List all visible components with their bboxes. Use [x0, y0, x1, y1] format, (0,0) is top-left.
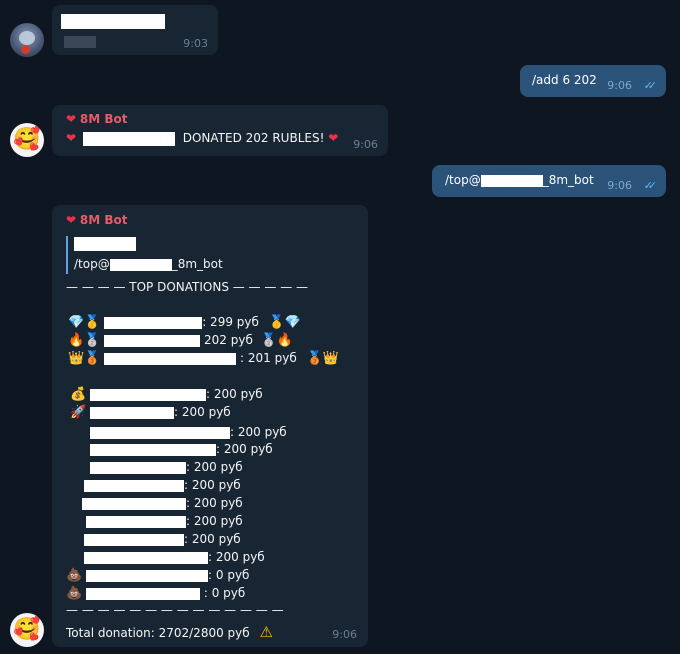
redacted-name: [90, 443, 216, 456]
sender-name[interactable]: 8M Bot: [80, 112, 128, 126]
message-text-prefix: /top@: [445, 173, 481, 187]
top-donations-header: — — — — TOP DONATIONS — — — — —: [66, 280, 309, 294]
donation-row: : 200 руб: [90, 442, 273, 456]
message-text-suffix: _8m_bot: [542, 173, 594, 187]
quote-text-prefix: /top@: [74, 257, 110, 271]
heart-icon: ❤: [328, 131, 339, 145]
donation-row: : 200 руб: [84, 478, 241, 492]
fire-silver-medal-icon: 🔥🥈: [68, 333, 101, 348]
reply-quote[interactable]: /top@ _8m_bot: [66, 236, 223, 274]
redacted-name: [84, 551, 208, 564]
donation-row: 💩 : 0 руб: [66, 568, 250, 583]
message-time: 9:06: [607, 179, 632, 192]
poop-icon: 💩: [66, 568, 83, 583]
bronze-medal-crown-icon: 🥉👑: [306, 351, 339, 366]
redacted-name: [90, 388, 207, 401]
redacted-text: [109, 258, 172, 271]
redacted-name: [82, 497, 186, 510]
donation-row: : 200 руб: [86, 514, 243, 528]
user-avatar[interactable]: [10, 23, 44, 57]
bot-avatar[interactable]: 🥰: [10, 613, 44, 647]
read-checks-icon: ✓✓: [643, 79, 658, 92]
redacted-name: [86, 569, 209, 582]
redacted-name: [82, 131, 175, 146]
silver-medal-fire-icon: 🥈🔥: [260, 333, 294, 348]
message-text: /add 6 202: [532, 73, 597, 87]
message-bubble-5[interactable]: ❤ 8M Bot /top@ _8m_bot — — — — TOP DONATI…: [52, 205, 368, 647]
donation-row: 🚀 : 200 руб: [70, 405, 231, 420]
donation-row: 💰 : 200 руб: [70, 387, 263, 402]
message-bubble-2[interactable]: /add 6 202 9:06 ✓✓: [520, 65, 666, 97]
redacted-name: [104, 352, 237, 365]
redacted-name: [90, 461, 186, 474]
redacted-name: [86, 515, 186, 528]
warning-icon: ⚠: [259, 623, 273, 641]
rocket-icon: 🚀: [70, 405, 87, 420]
message-time: 9:06: [332, 628, 357, 641]
message-time: 9:03: [183, 37, 208, 50]
bot-avatar[interactable]: 🥰: [10, 123, 44, 157]
top-row-3: 👑🥉 : 201 руб 🥉👑: [68, 351, 339, 366]
message-time: 9:06: [353, 138, 378, 151]
donation-row: 💩 : 0 руб: [66, 586, 246, 601]
redacted-text: [64, 36, 96, 48]
diamond-gold-medal-icon: 💎🥇: [68, 315, 101, 330]
message-bubble-4[interactable]: /top@ _8m_bot 9:06 ✓✓: [432, 165, 666, 197]
message-bubble-1[interactable]: 9:03: [52, 5, 218, 55]
footer-divider: — — — — — — — — — — — — — —: [66, 603, 284, 617]
sender-name[interactable]: 8M Bot: [80, 213, 128, 227]
donation-row: : 200 руб: [90, 425, 287, 439]
redacted-name: [84, 479, 184, 492]
redacted-text: [480, 174, 543, 187]
top-row-1: 💎🥇 : 299 руб 🥇💎: [68, 315, 302, 330]
donation-row: : 200 руб: [84, 532, 241, 546]
message-text: DONATED 202 RUBLES!: [182, 131, 325, 145]
read-checks-icon: ✓✓: [643, 179, 658, 192]
redacted-name: [86, 587, 201, 600]
redacted-name: [61, 14, 165, 29]
poop-icon: 💩: [66, 586, 83, 601]
crown-bronze-medal-icon: 👑🥉: [68, 351, 101, 366]
quote-text-suffix: _8m_bot: [171, 257, 223, 271]
top-row-2: 🔥🥈 202 руб 🥈🔥: [68, 333, 294, 348]
redacted-name: [104, 334, 201, 347]
message-time: 9:06: [607, 79, 632, 92]
heart-icon: ❤: [66, 213, 77, 227]
redacted-name: [104, 316, 203, 329]
heart-icon: ❤: [66, 131, 77, 145]
redacted-name: [90, 426, 230, 439]
heart-icon: ❤: [66, 112, 77, 126]
money-bag-icon: 💰: [70, 387, 87, 402]
donation-row: : 200 руб: [84, 550, 265, 564]
redacted-name: [84, 533, 184, 546]
donation-row: : 200 руб: [82, 496, 243, 510]
gold-medal-diamond-icon: 🥇💎: [268, 315, 302, 330]
total-donation: Total donation: 2702/2800 руб: [66, 626, 250, 640]
redacted-name: [90, 406, 175, 419]
donation-row: : 200 руб: [90, 460, 243, 474]
message-bubble-3[interactable]: ❤ 8M Bot ❤ DONATED 202 RUBLES! ❤ 9:06: [52, 105, 388, 156]
redacted-name: [74, 237, 136, 251]
